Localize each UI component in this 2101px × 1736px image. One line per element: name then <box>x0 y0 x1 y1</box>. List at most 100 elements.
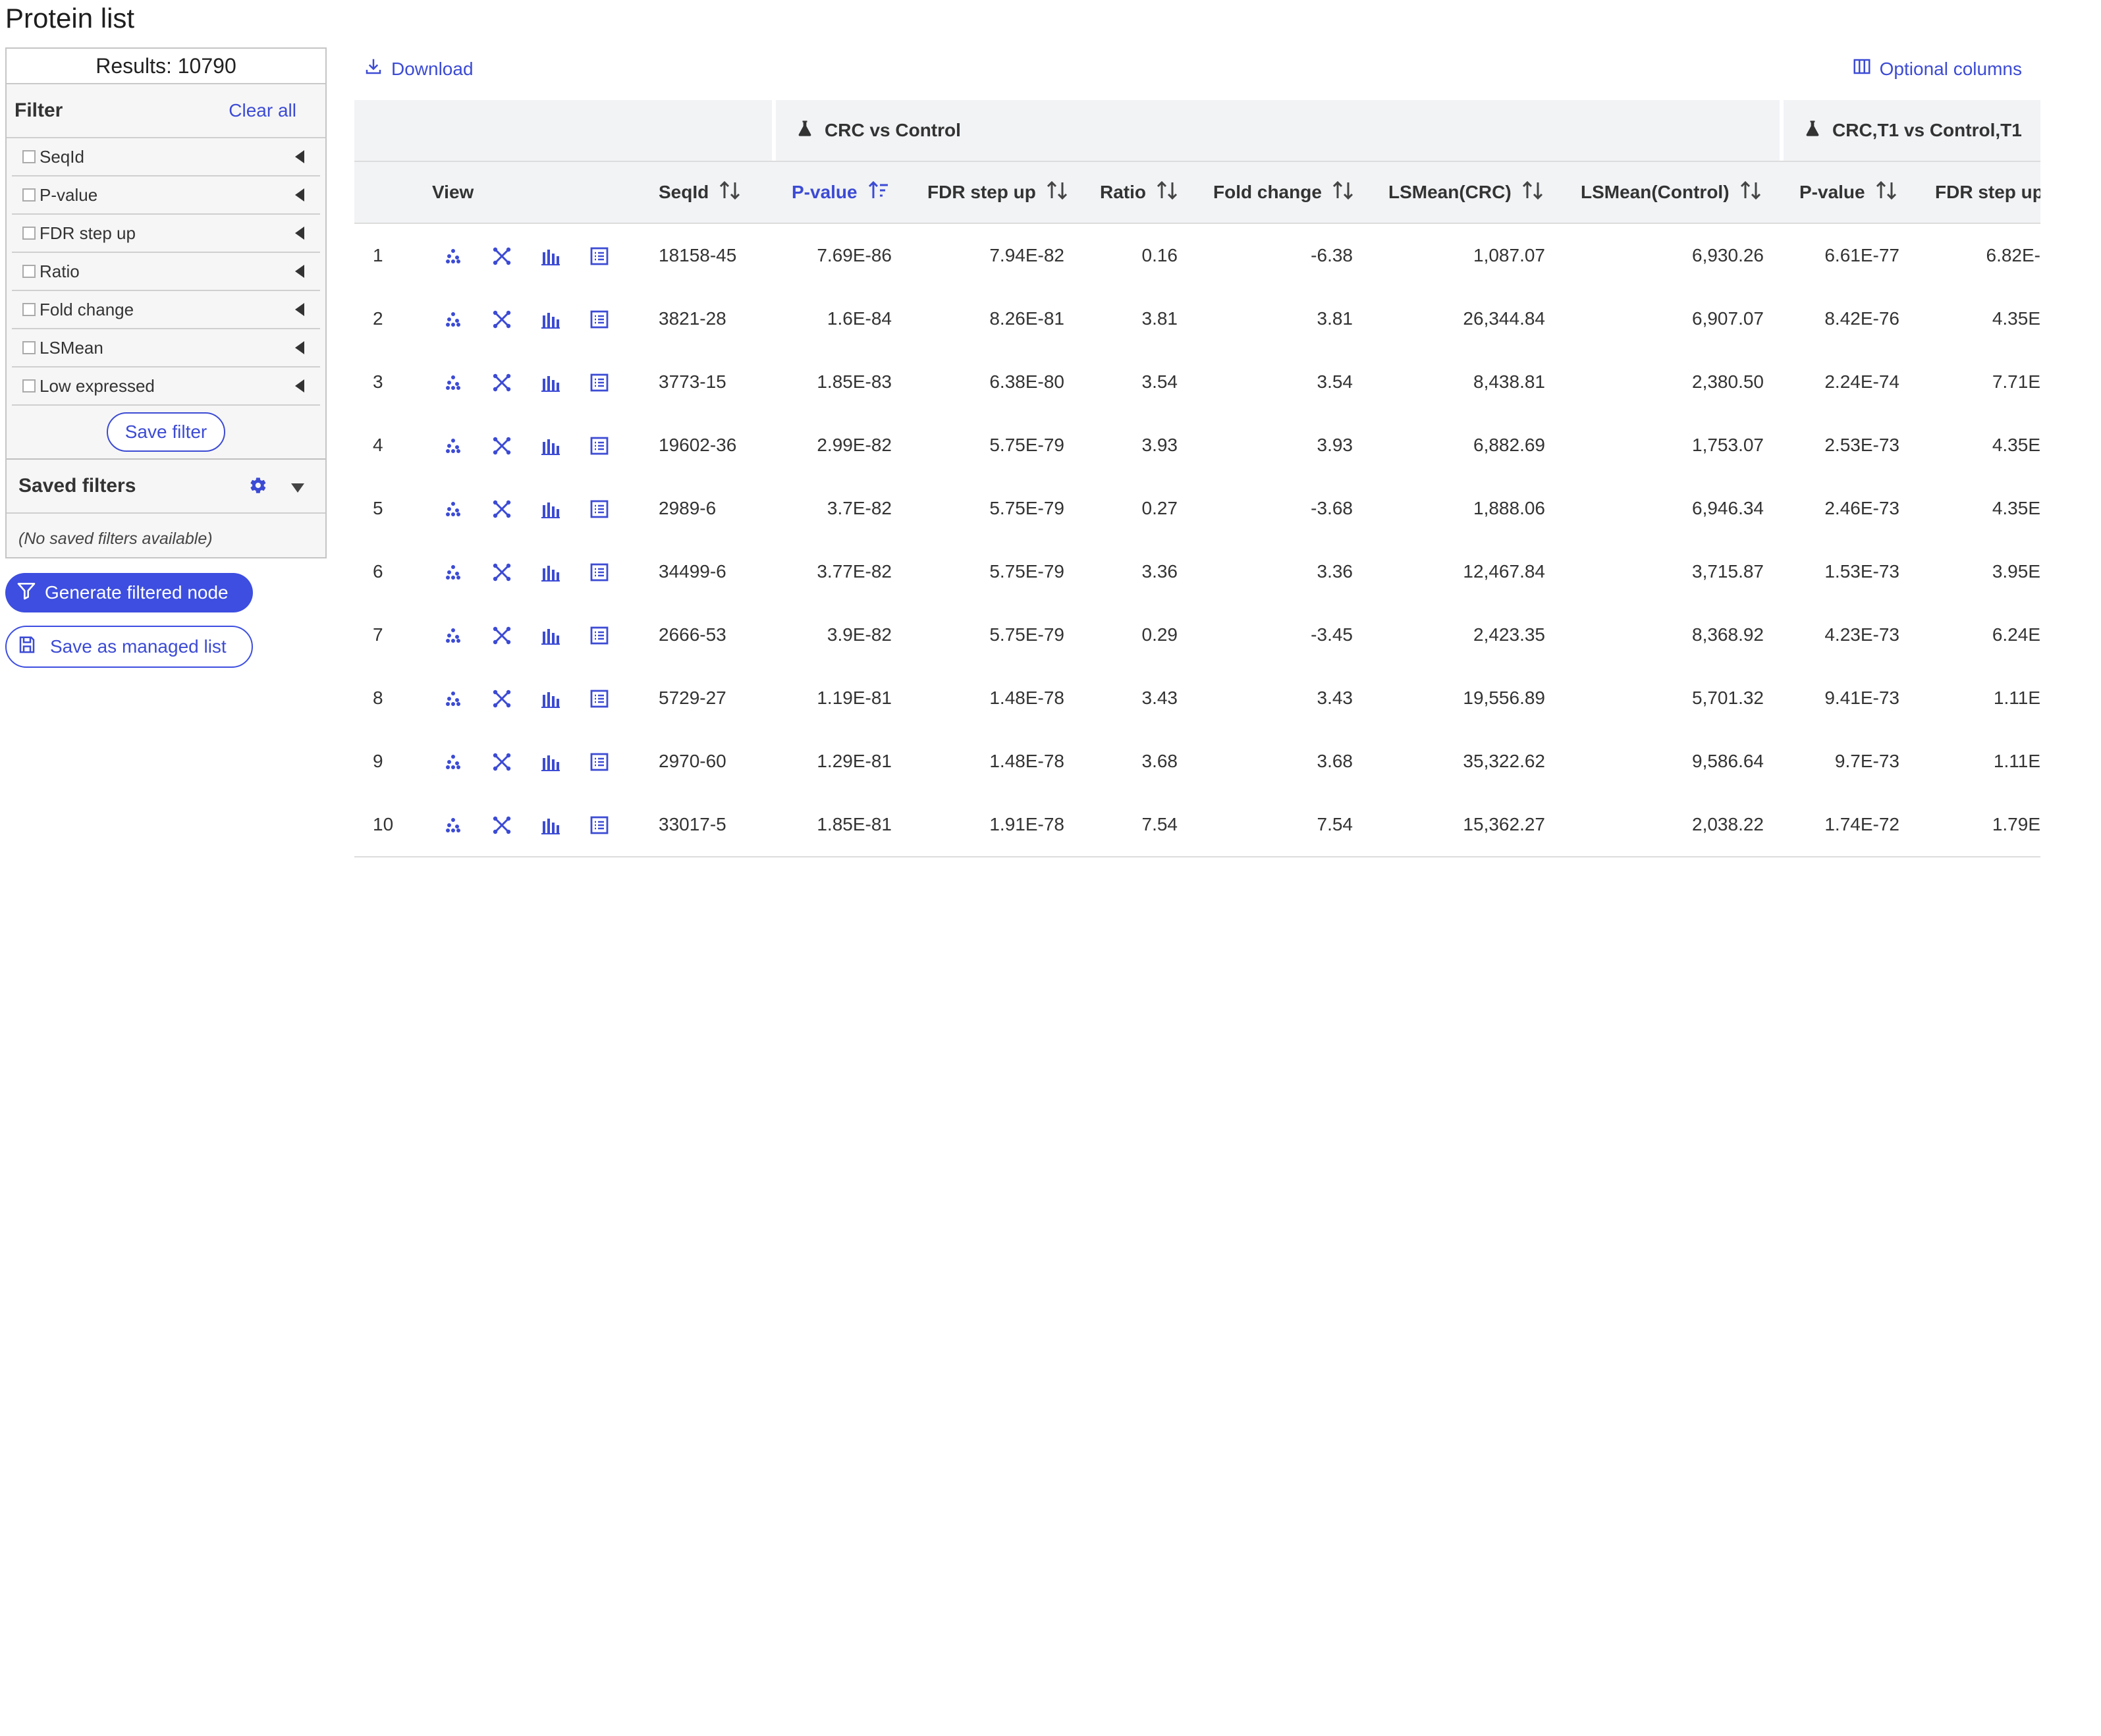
scatter-icon[interactable] <box>444 436 462 454</box>
scatter-icon[interactable] <box>444 689 462 707</box>
header-lsmean-control[interactable]: LSMean(Control) <box>1581 162 1761 223</box>
list-icon[interactable] <box>590 436 609 455</box>
expand-left-icon[interactable] <box>295 150 304 163</box>
list-icon[interactable] <box>590 246 609 265</box>
header-seqid[interactable]: SeqId <box>659 162 740 223</box>
network-icon[interactable] <box>493 499 511 518</box>
table-row[interactable]: 10 33017-5 1.85E-81 1.91E-78 7.54 7.54 1… <box>354 793 2040 857</box>
bars-icon[interactable] <box>541 499 560 518</box>
expand-left-icon[interactable] <box>295 188 304 202</box>
filter-checkbox[interactable] <box>22 188 36 202</box>
network-icon[interactable] <box>493 689 511 708</box>
column-group-row: CRC vs Control CRC,T1 vs Control,T1 <box>354 100 2040 162</box>
table-row[interactable]: 7 2666-53 3.9E-82 5.75E-79 0.29 -3.45 2,… <box>354 603 2040 668</box>
table-row[interactable]: 3 3773-15 1.85E-83 6.38E-80 3.54 3.54 8,… <box>354 350 2040 415</box>
network-icon[interactable] <box>493 815 511 834</box>
sort-icon[interactable] <box>1047 180 1068 205</box>
network-icon[interactable] <box>493 310 511 329</box>
list-icon[interactable] <box>590 689 609 708</box>
bars-icon[interactable] <box>541 246 560 265</box>
table-row[interactable]: 4 19602-36 2.99E-82 5.75E-79 3.93 3.93 6… <box>354 414 2040 478</box>
bars-icon[interactable] <box>541 310 560 329</box>
clear-all-link[interactable]: Clear all <box>229 100 296 121</box>
header-pvalue[interactable]: P-value <box>792 162 889 223</box>
network-icon[interactable] <box>493 752 511 771</box>
bars-icon[interactable] <box>541 626 560 645</box>
filter-checkbox[interactable] <box>22 303 36 316</box>
header-pvalue-t1[interactable]: P-value <box>1799 162 1897 223</box>
header-ratio[interactable]: Ratio <box>1100 162 1178 223</box>
optional-columns-link[interactable]: Optional columns <box>1852 57 2022 81</box>
filter-checkbox[interactable] <box>22 227 36 240</box>
bars-icon[interactable] <box>541 689 560 708</box>
bars-icon[interactable] <box>541 373 560 392</box>
header-fold-change[interactable]: Fold change <box>1213 162 1353 223</box>
pvalue-cell: 1.85E-83 <box>817 371 892 392</box>
generate-filtered-node-button[interactable]: Generate filtered node <box>5 573 253 612</box>
scatter-icon[interactable] <box>444 310 462 328</box>
network-icon[interactable] <box>493 246 511 265</box>
group-divider <box>772 100 776 161</box>
save-as-managed-list-button[interactable]: Save as managed list <box>5 626 253 668</box>
network-icon[interactable] <box>493 436 511 455</box>
scatter-icon[interactable] <box>444 246 462 265</box>
scatter-icon[interactable] <box>444 562 462 581</box>
list-icon[interactable] <box>590 562 609 582</box>
chevron-down-icon[interactable] <box>291 483 304 493</box>
header-fdr-step-up[interactable]: FDR step up <box>927 162 1068 223</box>
table-row[interactable]: 9 2970-60 1.29E-81 1.48E-78 3.68 3.68 35… <box>354 730 2040 794</box>
list-icon[interactable] <box>590 310 609 329</box>
scatter-icon[interactable] <box>444 373 462 391</box>
sort-icon[interactable] <box>1522 180 1543 205</box>
header-lsmean-crc[interactable]: LSMean(CRC) <box>1388 162 1543 223</box>
list-icon[interactable] <box>590 499 609 518</box>
sort-icon[interactable] <box>1157 180 1178 205</box>
filter-checkbox[interactable] <box>22 265 36 278</box>
sort-ascending-icon[interactable] <box>868 180 889 205</box>
table-row[interactable]: 1 18158-45 7.69E-86 7.94E-82 0.16 -6.38 … <box>354 224 2040 288</box>
bars-icon[interactable] <box>541 815 560 834</box>
filter-item-seqid[interactable]: SeqId <box>12 138 320 176</box>
scatter-icon[interactable] <box>444 815 462 834</box>
filter-checkbox[interactable] <box>22 150 36 163</box>
table-row[interactable]: 8 5729-27 1.19E-81 1.48E-78 3.43 3.43 19… <box>354 666 2040 731</box>
list-icon[interactable] <box>590 373 609 392</box>
table-row[interactable]: 5 2989-6 3.7E-82 5.75E-79 0.27 -3.68 1,8… <box>354 477 2040 541</box>
network-icon[interactable] <box>493 562 511 582</box>
list-icon[interactable] <box>590 752 609 771</box>
header-fdr-step-up-t1[interactable]: FDR step up <box>1935 162 2040 223</box>
filter-item-fold-change[interactable]: Fold change <box>12 291 320 329</box>
filter-item-ratio[interactable]: Ratio <box>12 253 320 291</box>
bars-icon[interactable] <box>541 562 560 582</box>
filter-item-fdr[interactable]: FDR step up <box>12 215 320 253</box>
filter-item-lsmean[interactable]: LSMean <box>12 329 320 367</box>
gear-icon[interactable] <box>249 475 267 500</box>
list-icon[interactable] <box>590 815 609 834</box>
filter-item-pvalue[interactable]: P-value <box>12 176 320 215</box>
network-icon[interactable] <box>493 626 511 645</box>
table-row[interactable]: 6 34499-6 3.77E-82 5.75E-79 3.36 3.36 12… <box>354 540 2040 605</box>
table-row[interactable]: 2 3821-28 1.6E-84 8.26E-81 3.81 3.81 26,… <box>354 287 2040 352</box>
download-link[interactable]: Download <box>364 57 474 81</box>
sort-icon[interactable] <box>719 180 740 205</box>
saved-filters-header[interactable]: Saved filters <box>7 460 325 514</box>
expand-left-icon[interactable] <box>295 341 304 354</box>
sort-icon[interactable] <box>1740 180 1761 205</box>
scatter-icon[interactable] <box>444 626 462 644</box>
sort-icon[interactable] <box>1876 180 1897 205</box>
save-filter-button[interactable]: Save filter <box>106 412 226 452</box>
bars-icon[interactable] <box>541 752 560 771</box>
sort-icon[interactable] <box>1332 180 1353 205</box>
scatter-icon[interactable] <box>444 499 462 518</box>
list-icon[interactable] <box>590 626 609 645</box>
network-icon[interactable] <box>493 373 511 392</box>
expand-left-icon[interactable] <box>295 379 304 393</box>
expand-left-icon[interactable] <box>295 303 304 316</box>
filter-checkbox[interactable] <box>22 341 36 354</box>
filter-item-low-expressed[interactable]: Low expressed <box>12 367 320 406</box>
expand-left-icon[interactable] <box>295 227 304 240</box>
scatter-icon[interactable] <box>444 752 462 771</box>
expand-left-icon[interactable] <box>295 265 304 278</box>
bars-icon[interactable] <box>541 436 560 455</box>
filter-checkbox[interactable] <box>22 379 36 393</box>
